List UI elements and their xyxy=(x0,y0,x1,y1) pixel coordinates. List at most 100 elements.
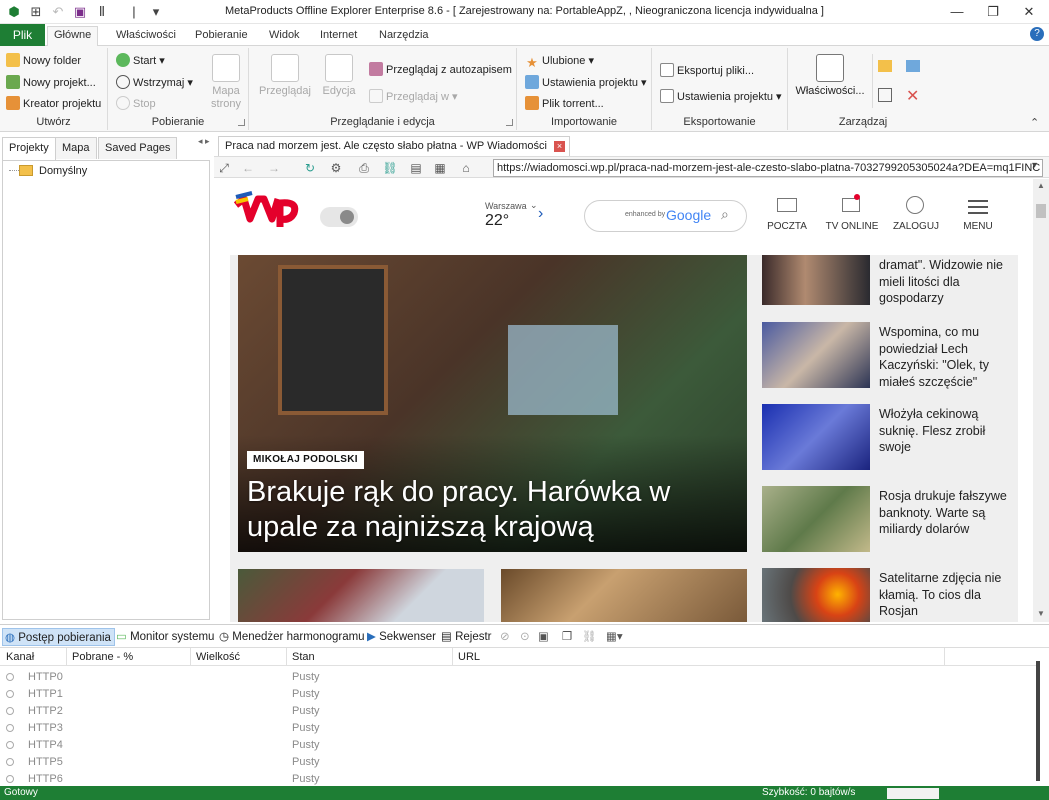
side-article-5[interactable]: Satelitarne zdjęcia nie kłamią. To cios … xyxy=(762,568,1022,622)
tab-projects[interactable]: Projekty xyxy=(2,137,56,160)
home-icon[interactable]: ⌂ xyxy=(458,160,474,176)
table-row[interactable]: HTTP2 Pusty xyxy=(0,703,1040,720)
print-icon[interactable]: ⎙ xyxy=(356,160,372,176)
browse-autosave-button[interactable]: Przeglądaj z autozapisem xyxy=(369,61,512,79)
side-article-3[interactable]: Włożyła cekinową suknię. Flesz zrobił sw… xyxy=(762,404,1022,474)
site-map-button[interactable]: Mapa strony xyxy=(206,54,246,111)
tab-map[interactable]: Mapa xyxy=(55,137,97,159)
hero-title[interactable]: Brakuje rąk do pracy. Harówka w upale za… xyxy=(247,475,737,545)
back-icon[interactable]: ← xyxy=(240,160,256,176)
wp-logo-icon[interactable] xyxy=(234,191,302,233)
browse-button[interactable]: Przeglądaj xyxy=(255,54,315,98)
tab-download-progress[interactable]: ◍ Postęp pobierania xyxy=(2,628,115,646)
copy-icon[interactable] xyxy=(878,88,892,102)
export-icon[interactable]: ▦▾ xyxy=(606,628,623,646)
article-card-military[interactable] xyxy=(238,569,484,622)
forward-icon[interactable]: → xyxy=(266,160,282,176)
hero-article[interactable]: MIKOŁAJ PODOLSKI Brakuje rąk do pracy. H… xyxy=(238,255,747,552)
col-kanal[interactable]: Kanał xyxy=(6,651,34,663)
hamburger-icon[interactable] xyxy=(968,200,988,202)
properties-button[interactable]: Właściwości... xyxy=(794,54,866,98)
torrent-button[interactable]: Plik torrent... xyxy=(525,95,604,113)
table-row[interactable]: HTTP4 Pusty xyxy=(0,737,1040,754)
side-article-4[interactable]: Rosja drukuje fałszywe banknoty. Warte s… xyxy=(762,486,1022,556)
help-icon[interactable]: ? xyxy=(1030,27,1044,41)
tab-sequencer[interactable]: ▶ Sekwenser xyxy=(367,628,436,646)
col-stan[interactable]: Stan xyxy=(292,651,315,663)
weather-dropdown-icon[interactable]: ⌄ xyxy=(530,200,538,211)
pane-arrows-icon[interactable]: ◂ ▸ xyxy=(198,136,210,147)
group-launcher-icon[interactable] xyxy=(506,119,513,126)
col-url[interactable]: URL xyxy=(458,651,480,663)
document-tab[interactable]: Praca nad morzem jest. Ale często słabo … xyxy=(218,136,570,156)
weather-next-icon[interactable]: › xyxy=(538,205,543,223)
side-article-1[interactable]: dramat". Widzowie nie mieli litości dla … xyxy=(762,255,1022,307)
col-wielkosc[interactable]: Wielkość xyxy=(196,651,240,663)
url-dropdown-icon[interactable]: ▾ xyxy=(1032,160,1037,171)
scroll-thumb[interactable] xyxy=(1036,204,1046,218)
group-launcher-icon[interactable] xyxy=(238,119,245,126)
collapse-ribbon-icon[interactable]: ⌃ xyxy=(1030,116,1039,129)
article-card-shop[interactable] xyxy=(501,569,747,622)
stop-button[interactable]: Stop xyxy=(116,95,156,113)
maximize-button[interactable]: ❐ xyxy=(975,0,1011,24)
nav-zaloguj[interactable]: ZALOGUJ xyxy=(889,221,943,232)
favorites-button[interactable]: ★ Ulubione ▾ xyxy=(525,52,594,70)
view-icon[interactable]: ▤ xyxy=(408,160,424,176)
import-project-settings-button[interactable]: Ustawienia projektu ▾ xyxy=(525,74,647,92)
close-tab-icon[interactable]: × xyxy=(554,141,565,152)
hero-author-tag[interactable]: MIKOŁAJ PODOLSKI xyxy=(247,451,364,469)
tab-widok[interactable]: Widok xyxy=(263,27,306,46)
network-icon[interactable] xyxy=(906,60,920,72)
delete-icon[interactable]: ✕ xyxy=(906,86,919,106)
table-row[interactable]: HTTP5 Pusty xyxy=(0,754,1040,771)
tab-scheduler[interactable]: ◷ Menedżer harmonogramu xyxy=(219,628,365,646)
play-icon[interactable]: ⊙ xyxy=(520,628,530,646)
tab-glowne[interactable]: Główne xyxy=(47,26,99,47)
col-pobrane[interactable]: Pobrane - % xyxy=(72,651,133,663)
page-scrollbar[interactable]: ▲ ▼ xyxy=(1033,179,1049,622)
link-icon[interactable]: ⛓ xyxy=(382,160,398,176)
file-menu-button[interactable]: Plik xyxy=(0,24,45,46)
search-box[interactable]: enhanced by Google ⌕ xyxy=(584,200,747,232)
search-icon[interactable]: ⌕ xyxy=(721,206,729,223)
mail-icon[interactable] xyxy=(777,198,797,212)
tab-system-monitor[interactable]: ▭ Monitor systemu xyxy=(116,628,214,646)
table-row[interactable]: HTTP6 Pusty xyxy=(0,771,1040,785)
tab-wlasciwosci[interactable]: Właściwości xyxy=(110,27,182,46)
tab-saved-pages[interactable]: Saved Pages xyxy=(98,137,178,159)
save-icon[interactable]: ▣ xyxy=(538,628,549,646)
url-bar[interactable]: https://wiadomosci.wp.pl/praca-nad-morze… xyxy=(493,159,1043,177)
new-project-button[interactable]: Nowy projekt... xyxy=(6,74,96,92)
copy-icon[interactable]: ❐ xyxy=(562,628,572,646)
table-row[interactable]: HTTP1 Pusty xyxy=(0,686,1040,703)
scroll-up-icon[interactable]: ▲ xyxy=(1037,181,1045,190)
scroll-down-icon[interactable]: ▼ xyxy=(1037,609,1045,618)
nav-menu[interactable]: MENU xyxy=(954,221,1002,232)
project-tree[interactable]: Domyślny xyxy=(2,160,210,620)
tv-icon[interactable] xyxy=(842,194,860,212)
fullscreen-icon[interactable]: ⤢ xyxy=(216,160,232,176)
refresh-icon[interactable]: ↻ xyxy=(302,160,318,176)
folder-open-icon[interactable] xyxy=(878,60,892,72)
browse-in-button[interactable]: Przeglądaj w ▾ xyxy=(369,88,458,106)
minimize-button[interactable]: — xyxy=(939,0,975,24)
export-files-button[interactable]: Eksportuj pliki... xyxy=(660,62,754,80)
table-row[interactable]: HTTP3 Pusty xyxy=(0,720,1040,737)
theme-toggle[interactable] xyxy=(320,207,358,227)
tab-narzedzia[interactable]: Narzędzia xyxy=(373,27,435,46)
save-page-icon[interactable]: ▦ xyxy=(432,160,448,176)
tab-log[interactable]: ▤ Rejestr xyxy=(441,628,492,646)
pause-button[interactable]: Wstrzymaj ▾ xyxy=(116,74,193,92)
nav-poczta[interactable]: POCZTA xyxy=(762,221,812,232)
nav-tv-online[interactable]: TV ONLINE xyxy=(820,221,884,232)
wizard-button[interactable]: Kreator projektu xyxy=(6,95,101,113)
table-row[interactable]: HTTP0 Pusty xyxy=(0,669,1040,686)
user-icon[interactable] xyxy=(906,196,924,214)
settings-icon[interactable]: ⚙ xyxy=(328,160,344,176)
close-button[interactable]: ✕ xyxy=(1011,0,1047,24)
table-scrollbar[interactable] xyxy=(1036,661,1040,781)
export-project-settings-button[interactable]: Ustawienia projektu ▾ xyxy=(660,88,782,106)
side-article-2[interactable]: Wspomina, co mu powiedział Lech Kaczyńsk… xyxy=(762,322,1022,392)
stop-icon[interactable]: ⊘ xyxy=(500,628,510,646)
